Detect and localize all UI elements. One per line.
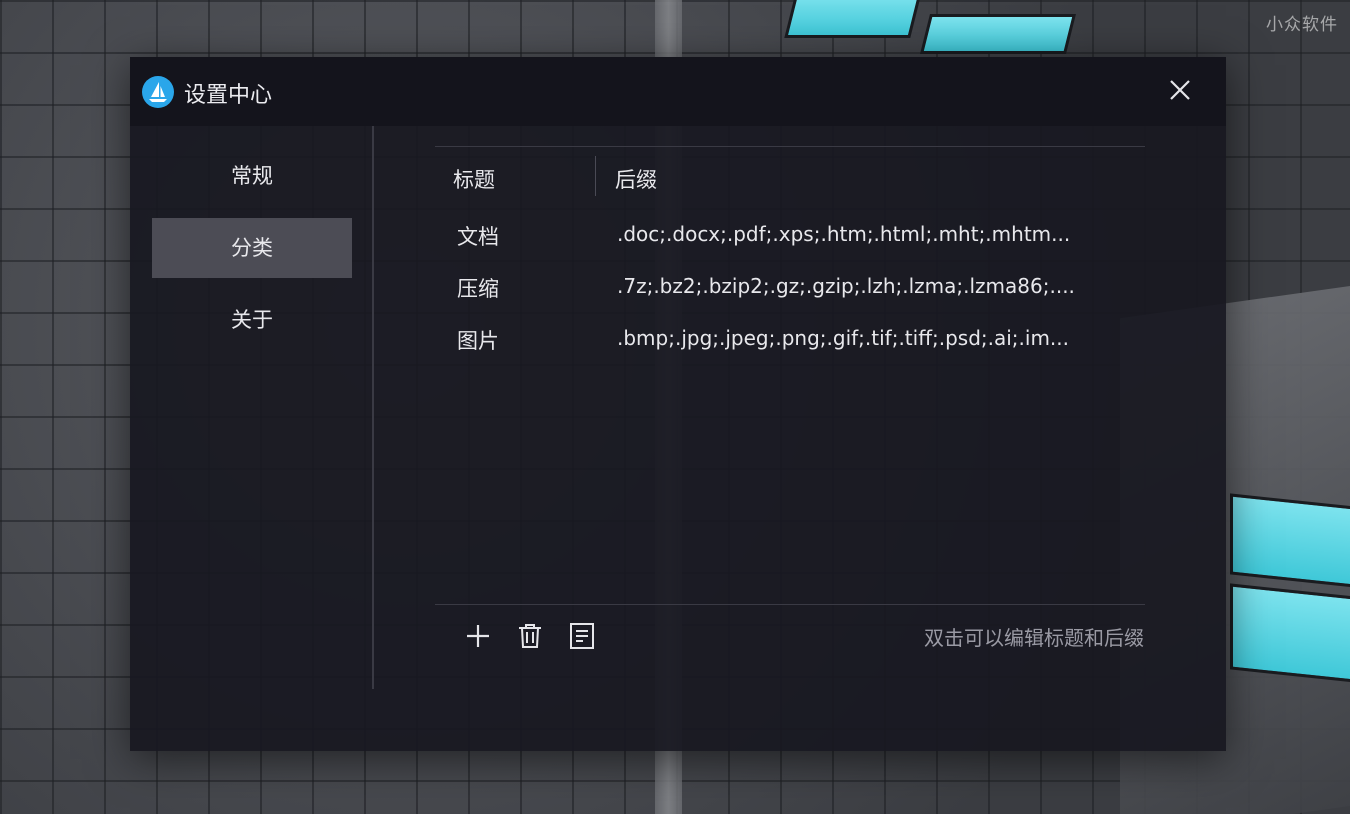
sailboat-logo-icon bbox=[142, 76, 174, 108]
category-table: 标题 后缀 文档 .doc;.docx;.pdf;.xps;.htm;.html… bbox=[435, 146, 1145, 606]
watermark: 小众软件 bbox=[1266, 15, 1338, 35]
edit-hint: 双击可以编辑标题和后缀 bbox=[924, 626, 1144, 650]
sidebar-item-general[interactable]: 常规 bbox=[152, 146, 352, 206]
table-top-divider bbox=[435, 146, 1145, 147]
row-suffix[interactable]: .7z;.bz2;.bzip2;.gz;.gzip;.lzh;.lzma;.lz… bbox=[617, 274, 1117, 298]
row-suffix[interactable]: .doc;.docx;.pdf;.xps;.htm;.html;.mht;.mh… bbox=[617, 222, 1117, 246]
background-tile bbox=[1230, 583, 1350, 683]
table-row[interactable]: 文档 .doc;.docx;.pdf;.xps;.htm;.html;.mht;… bbox=[435, 209, 1145, 261]
settings-dialog: 设置中心 常规 分类 关于 标题 后缀 文档 .doc;.docx;.pdf;.… bbox=[130, 57, 1226, 751]
background-tile bbox=[1230, 493, 1350, 588]
close-button[interactable] bbox=[1164, 74, 1196, 106]
row-suffix[interactable]: .bmp;.jpg;.jpeg;.png;.gif;.tif;.tiff;.ps… bbox=[617, 326, 1117, 350]
close-icon bbox=[1170, 80, 1190, 100]
table-row[interactable]: 图片 .bmp;.jpg;.jpeg;.png;.gif;.tif;.tiff;… bbox=[435, 313, 1145, 365]
row-title[interactable]: 图片 bbox=[457, 325, 499, 355]
title-bar: 设置中心 bbox=[130, 57, 1226, 126]
trash-icon bbox=[519, 624, 541, 648]
delete-category-button[interactable] bbox=[514, 620, 546, 652]
column-header-title[interactable]: 标题 bbox=[453, 164, 495, 194]
column-divider bbox=[595, 156, 596, 196]
settings-sidebar: 常规 分类 关于 bbox=[130, 126, 372, 691]
dialog-title: 设置中心 bbox=[184, 83, 273, 108]
background-tile bbox=[920, 14, 1076, 54]
list-edit-icon bbox=[570, 623, 594, 649]
plus-icon bbox=[467, 625, 489, 647]
table-row[interactable]: 压缩 .7z;.bz2;.bzip2;.gz;.gzip;.lzh;.lzma;… bbox=[435, 261, 1145, 313]
desktop-background: 小众软件 设置中心 常规 分类 关于 标题 后缀 文档 .doc;.docx;.… bbox=[0, 0, 1350, 814]
column-header-suffix[interactable]: 后缀 bbox=[615, 164, 657, 194]
sidebar-item-about[interactable]: 关于 bbox=[152, 290, 352, 350]
row-title[interactable]: 文档 bbox=[457, 221, 499, 251]
sidebar-divider bbox=[372, 126, 374, 689]
add-category-button[interactable] bbox=[462, 620, 494, 652]
table-bottom-divider bbox=[435, 604, 1145, 605]
sidebar-item-categories[interactable]: 分类 bbox=[152, 218, 352, 278]
row-title[interactable]: 压缩 bbox=[457, 273, 499, 303]
background-tile bbox=[784, 0, 922, 38]
edit-category-button[interactable] bbox=[566, 620, 598, 652]
